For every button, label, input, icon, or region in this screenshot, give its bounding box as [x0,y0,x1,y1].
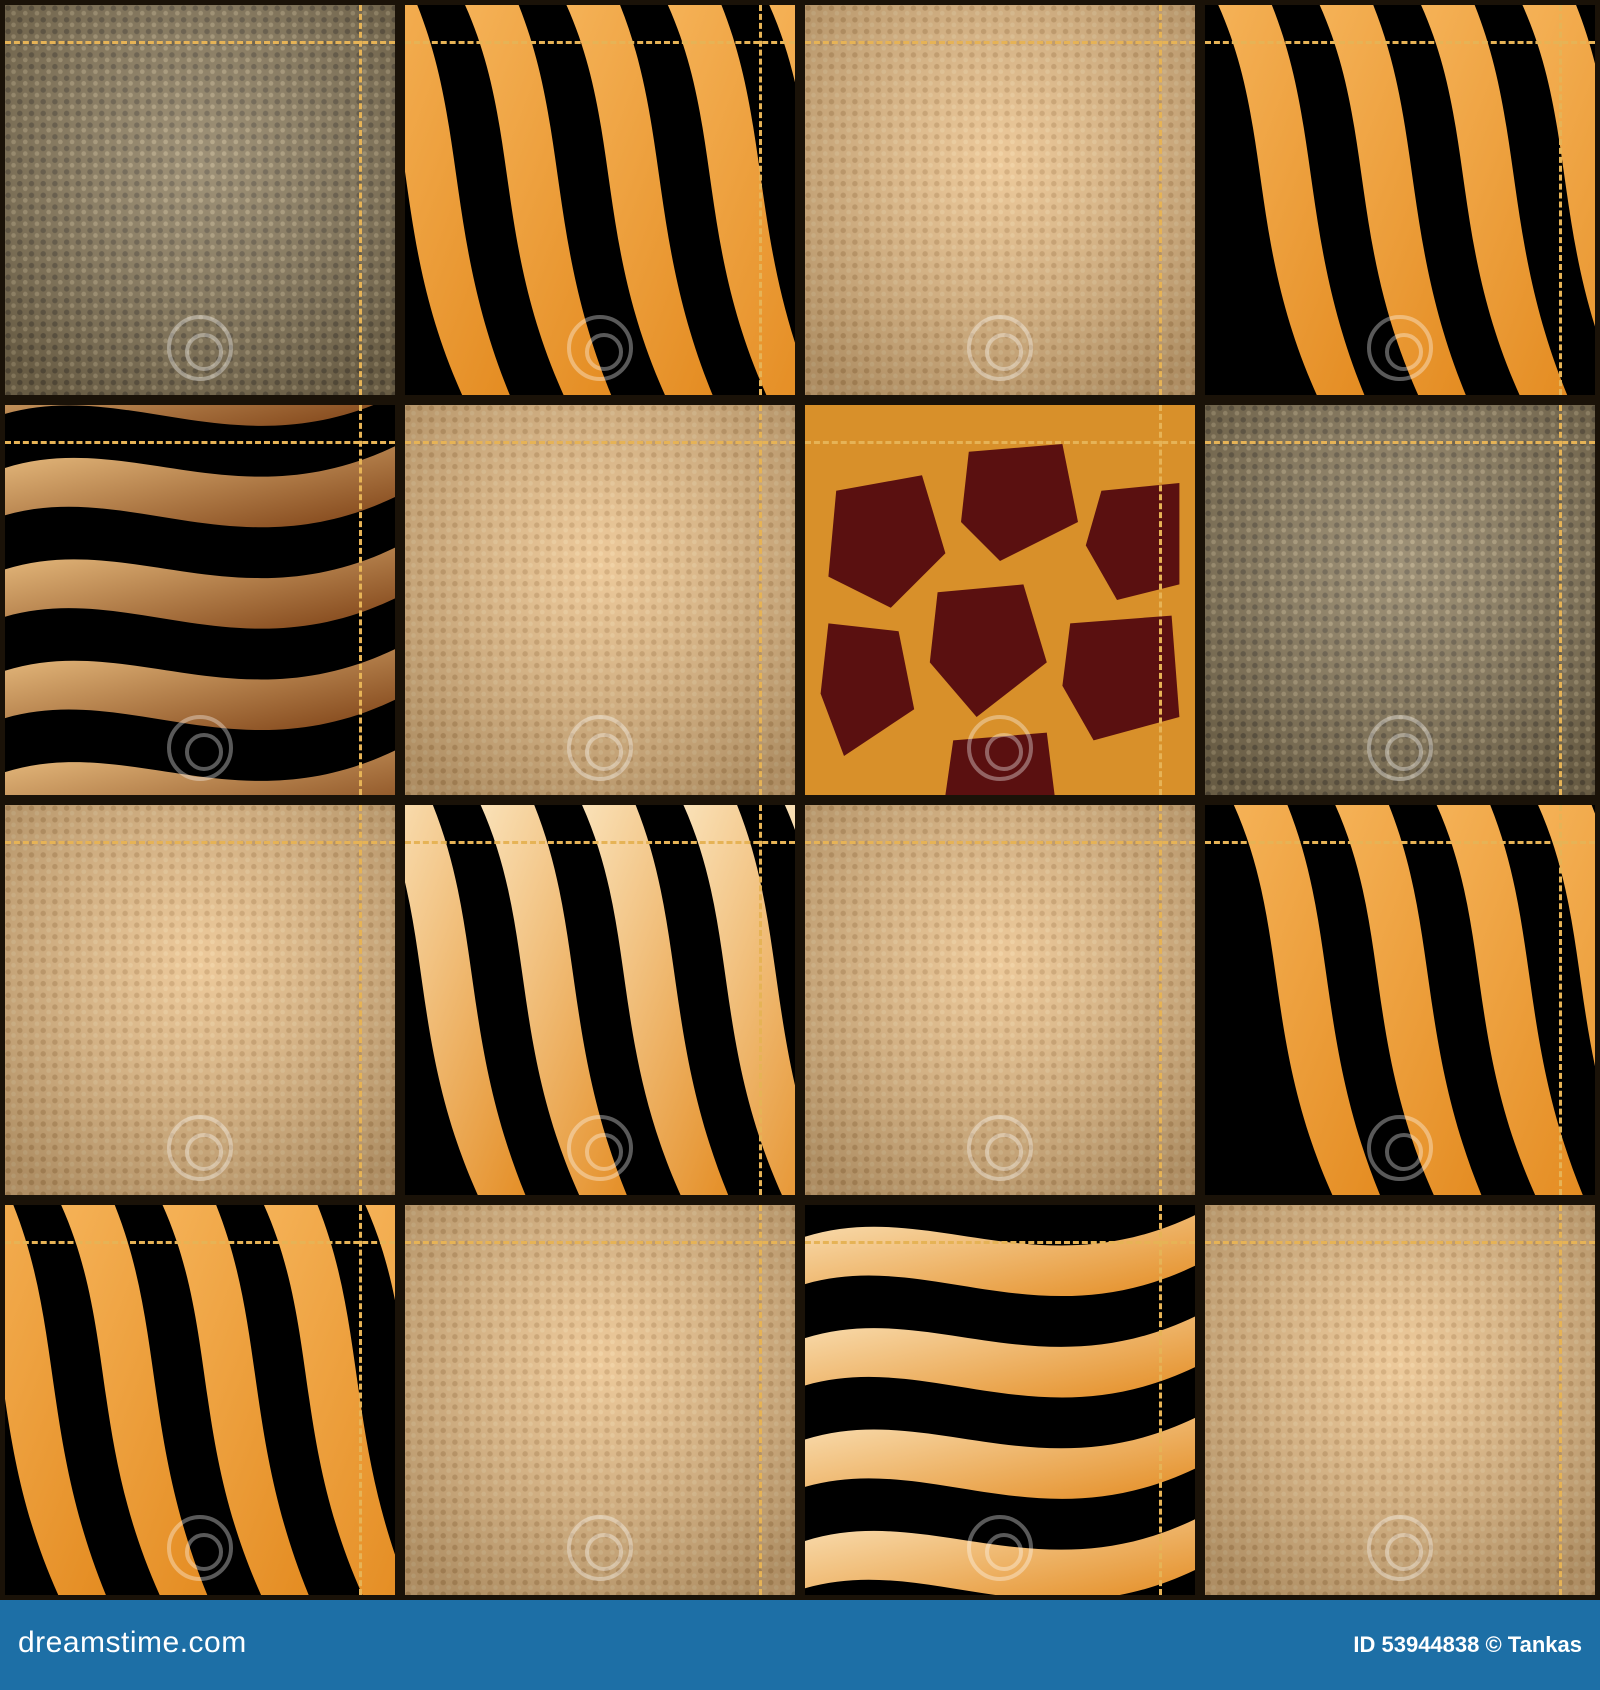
watermark-footer: dreamstime.com ID 53944838 © Tankas [0,1600,1600,1690]
watermark-swirl-icon [967,1115,1033,1182]
watermark-swirl-icon [167,715,233,782]
watermark-swirl-icon [1367,315,1433,382]
watermark-swirl-icon [567,1115,633,1182]
watermark-swirl-icon [1367,1515,1433,1582]
quilt-patch-zebra-brown [5,405,395,795]
quilt-patch-canvas-light [405,1205,795,1595]
watermark-brand-text: dreamstime.com [18,1626,247,1659]
watermark-brand: dreamstime.com [18,1626,247,1660]
quilt-patch-canvas-light [805,805,1195,1195]
quilt-patch-giraffe [805,405,1195,795]
quilt-patch-canvas-light [5,805,395,1195]
quilt-patch-zebra-amber [405,5,795,395]
watermark-swirl-icon [167,1515,233,1582]
stage: dreamstime.com ID 53944838 © Tankas [0,0,1600,1690]
stock-id-label: ID 53944838 © Tankas [1353,1632,1582,1657]
watermark-swirl-icon [567,715,633,782]
watermark-swirl-icon [567,315,633,382]
quilt-patch-zebra-cream [805,1205,1195,1595]
quilt-patch-tiger-amber [1205,5,1595,395]
watermark-swirl-icon [167,1115,233,1182]
watermark-swirl-icon [967,715,1033,782]
quilt-patch-canvas-light [1205,1205,1595,1595]
quilt-patch-tiger-amber [1205,805,1595,1195]
quilt-patch-canvas-light [405,405,795,795]
watermark-swirl-icon [1367,715,1433,782]
quilt-patch-tiger-amber [5,1205,395,1595]
watermark-swirl-icon [567,1515,633,1582]
patchwork-quilt [0,0,1600,1600]
quilt-patch-canvas-light [805,5,1195,395]
quilt-patch-zebra-cream [405,805,795,1195]
quilt-patch-canvas-gray [1205,405,1595,795]
watermark-swirl-icon [167,315,233,382]
watermark-swirl-icon [967,315,1033,382]
watermark-swirl-icon [967,1515,1033,1582]
watermark-swirl-icon [1367,1115,1433,1182]
quilt-patch-canvas-gray [5,5,395,395]
